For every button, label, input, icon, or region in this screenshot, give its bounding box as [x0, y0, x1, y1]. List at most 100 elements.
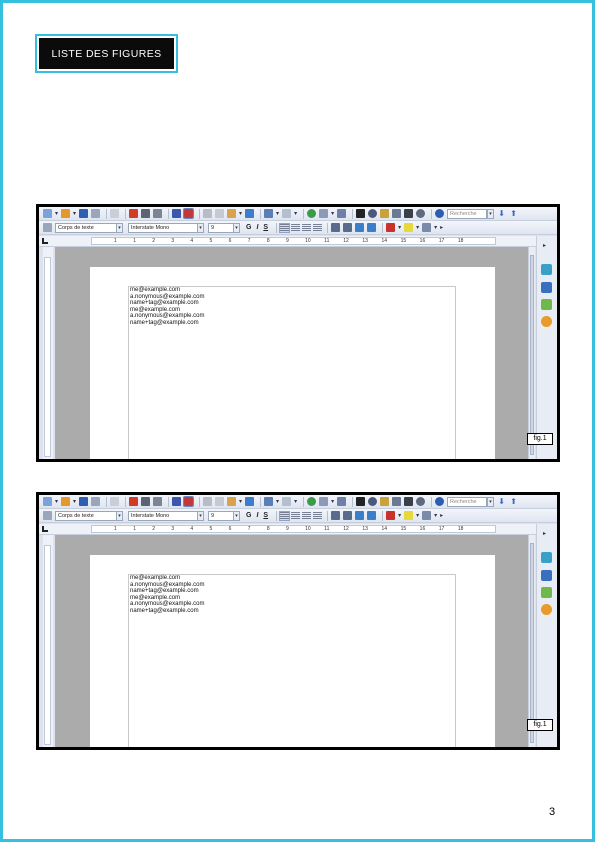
highlighting-icon[interactable] [404, 223, 414, 232]
sidebar-navigator-icon[interactable] [541, 316, 552, 327]
draw-functions-icon[interactable] [337, 209, 347, 218]
edit-file-icon[interactable] [110, 209, 120, 218]
italic-button[interactable]: I [256, 512, 258, 519]
decrease-indent-icon[interactable] [355, 511, 365, 520]
hyperlink-icon[interactable] [307, 209, 317, 218]
horizontal-ruler[interactable]: 1 1 2 3 4 5 6 7 8 9 10 11 12 13 14 15 16 17 18 [91, 237, 496, 245]
copy-icon[interactable] [215, 497, 225, 506]
vertical-scrollbar[interactable] [528, 247, 535, 459]
redo-icon[interactable] [282, 497, 292, 506]
redo-icon[interactable] [282, 209, 292, 218]
print-icon[interactable] [141, 209, 151, 218]
text-area[interactable]: me@example.com a.nonymous@example.com na… [128, 574, 456, 747]
paste-icon[interactable] [227, 497, 237, 506]
search-input[interactable]: Recherche [447, 497, 487, 507]
autospellcheck-icon[interactable] [183, 496, 195, 507]
chevron-down-icon[interactable]: ▾ [233, 222, 240, 233]
spellcheck-icon[interactable] [172, 209, 182, 218]
properties-icon[interactable] [541, 264, 552, 275]
cut-icon[interactable] [203, 497, 213, 506]
styles-icon[interactable] [541, 570, 552, 581]
search-input[interactable]: Recherche [447, 209, 487, 219]
scrollbar-thumb[interactable] [530, 543, 534, 743]
chevron-down-icon[interactable]: ▾ [116, 510, 123, 521]
properties-icon[interactable] [541, 552, 552, 563]
font-size-select[interactable]: 9 ▾ [208, 222, 240, 233]
align-left-icon[interactable] [279, 510, 291, 521]
decrease-indent-icon[interactable] [355, 223, 365, 232]
paragraph-style-select[interactable]: Corps de texte ▾ [55, 510, 123, 521]
export-pdf-icon[interactable] [129, 209, 139, 218]
numbering-icon[interactable] [331, 223, 341, 232]
edit-file-icon[interactable] [110, 497, 120, 506]
help-icon[interactable] [435, 497, 445, 506]
open-folder-icon[interactable] [61, 497, 71, 506]
font-name-select[interactable]: Interstate Mono ▾ [128, 510, 204, 521]
align-center-icon[interactable] [291, 511, 301, 520]
tab-type-icon[interactable] [42, 526, 48, 532]
bold-button[interactable]: G [246, 512, 251, 519]
chevron-down-icon[interactable]: ▾ [233, 510, 240, 521]
styles-formatting-icon[interactable] [43, 511, 52, 520]
find-replace-icon[interactable] [356, 209, 366, 218]
zoom-icon[interactable] [416, 209, 426, 218]
tab-type-icon[interactable] [42, 238, 48, 244]
new-document-icon[interactable] [43, 497, 52, 506]
paragraph-style-select[interactable]: Corps de texte ▾ [55, 222, 123, 233]
align-left-icon[interactable] [279, 222, 291, 233]
export-pdf-icon[interactable] [129, 497, 139, 506]
sidebar-gallery-icon[interactable] [541, 587, 552, 598]
undo-icon[interactable] [264, 209, 274, 218]
print-preview-icon[interactable] [153, 209, 163, 218]
send-mail-icon[interactable] [91, 209, 101, 218]
align-center-icon[interactable] [291, 223, 301, 232]
sidebar-navigator-icon[interactable] [541, 604, 552, 615]
bullets-icon[interactable] [343, 223, 353, 232]
draw-functions-icon[interactable] [337, 497, 347, 506]
font-color-icon[interactable] [386, 511, 396, 520]
sidebar-menu-icon[interactable]: ▸ [543, 242, 546, 249]
find-next-icon[interactable]: ⬇ [498, 498, 505, 506]
table-icon[interactable] [319, 209, 329, 218]
text-area[interactable]: me@example.com a.nonymous@example.com na… [128, 286, 456, 459]
justify-icon[interactable] [313, 511, 323, 520]
increase-indent-icon[interactable] [367, 511, 377, 520]
open-folder-icon[interactable] [61, 209, 71, 218]
gallery-icon[interactable] [380, 209, 390, 218]
document-page[interactable]: me@example.com a.nonymous@example.com na… [90, 267, 495, 459]
chevron-down-icon[interactable]: ▾ [197, 510, 204, 521]
find-replace-icon[interactable] [356, 497, 366, 506]
align-right-icon[interactable] [302, 511, 312, 520]
font-size-select[interactable]: 9 ▾ [208, 510, 240, 521]
sidebar-menu-icon[interactable]: ▸ [543, 530, 546, 537]
background-color-icon[interactable] [422, 223, 432, 232]
zoom-icon[interactable] [416, 497, 426, 506]
clone-format-icon[interactable] [245, 497, 255, 506]
italic-button[interactable]: I [256, 224, 258, 231]
autospellcheck-icon[interactable] [183, 208, 195, 219]
align-right-icon[interactable] [302, 223, 312, 232]
data-sources-icon[interactable] [392, 497, 402, 506]
formatting-marks-icon[interactable] [404, 497, 414, 506]
highlighting-icon[interactable] [404, 511, 414, 520]
navigator-icon[interactable] [368, 497, 378, 506]
vertical-scrollbar[interactable] [528, 535, 535, 747]
table-icon[interactable] [319, 497, 329, 506]
sidebar-gallery-icon[interactable] [541, 299, 552, 310]
styles-formatting-icon[interactable] [43, 223, 52, 232]
bullets-icon[interactable] [343, 511, 353, 520]
font-color-icon[interactable] [386, 223, 396, 232]
send-mail-icon[interactable] [91, 497, 101, 506]
print-icon[interactable] [141, 497, 151, 506]
print-preview-icon[interactable] [153, 497, 163, 506]
horizontal-ruler[interactable]: 1 1 2 3 4 5 6 7 8 9 10 11 12 13 14 15 16 17 18 [91, 525, 496, 533]
find-next-icon[interactable]: ⬇ [498, 210, 505, 218]
numbering-icon[interactable] [331, 511, 341, 520]
cut-icon[interactable] [203, 209, 213, 218]
formatting-marks-icon[interactable] [404, 209, 414, 218]
search-dropdown-button[interactable]: ▾ [487, 209, 494, 219]
find-previous-icon[interactable]: ⬆ [510, 498, 517, 506]
styles-icon[interactable] [541, 282, 552, 293]
copy-icon[interactable] [215, 209, 225, 218]
help-icon[interactable] [435, 209, 445, 218]
